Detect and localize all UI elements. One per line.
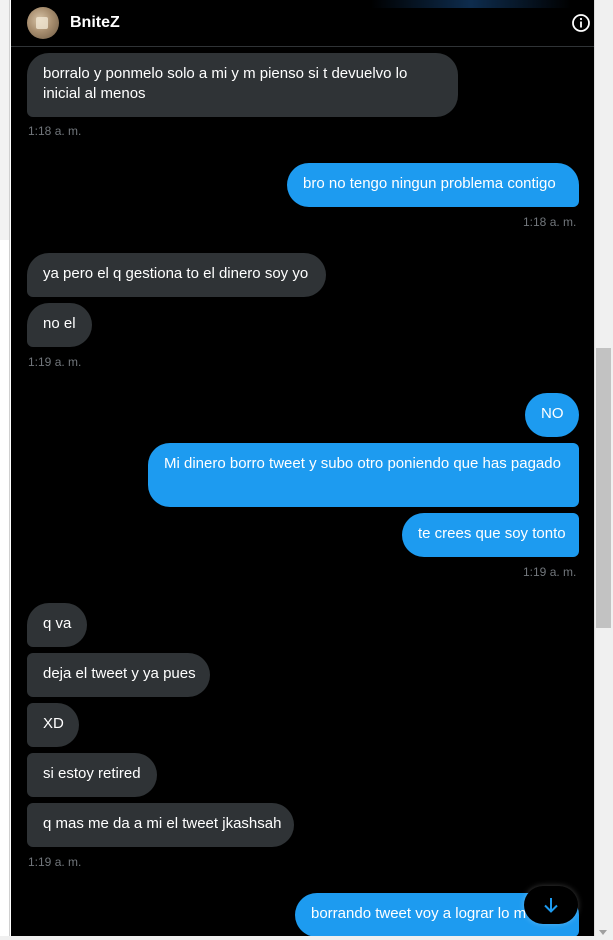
message-bubble-outgoing[interactable]: Mi dinero borro tweet y subo otro ponien…	[148, 443, 579, 507]
scrollbar-down-arrow-icon[interactable]	[599, 930, 607, 935]
scrollbar-track-edge	[594, 0, 595, 940]
message-text: Mi dinero borro tweet y subo otro ponien…	[164, 455, 561, 472]
message-bubble-outgoing[interactable]: bro no tengo ningun problema contigo	[287, 163, 579, 207]
message-bubble-incoming[interactable]: q mas me da a mi el tweet jkashsah	[27, 803, 294, 847]
arrow-down-icon	[544, 898, 558, 913]
left-edge-highlight	[0, 0, 9, 240]
message-text: borrando tweet voy a lograr lo m	[311, 905, 527, 922]
message-timestamp: 1:19 a. m.	[523, 565, 577, 579]
message-timestamp: 1:19 a. m.	[28, 855, 82, 869]
message-text: bro no tengo ningun problema contigo	[303, 175, 556, 192]
info-circle-icon[interactable]	[571, 13, 591, 33]
header-glow	[371, 0, 571, 8]
contact-name[interactable]: BniteZ	[70, 13, 120, 33]
message-timestamp: 1:19 a. m.	[28, 355, 82, 369]
bottom-window-edge	[0, 936, 613, 940]
message-bubble-incoming[interactable]: q va	[27, 603, 87, 647]
message-bubble-incoming[interactable]: si estoy retired	[27, 753, 157, 797]
message-text: XD	[43, 715, 64, 732]
left-edge-divider	[9, 0, 10, 940]
message-text: ya pero el q gestiona to el dinero soy y…	[43, 265, 309, 282]
message-bubble-incoming[interactable]: borralo y ponmelo solo a mi y m pienso s…	[27, 53, 458, 117]
message-text: q mas me da a mi el tweet jkashsah	[43, 815, 282, 832]
user-avatar[interactable]	[27, 7, 59, 39]
message-bubble-incoming[interactable]: no el	[27, 303, 92, 347]
scroll-to-bottom-button[interactable]	[524, 886, 578, 924]
message-text: NO	[541, 405, 564, 422]
message-bubble-incoming[interactable]: XD	[27, 703, 79, 747]
scrollbar-thumb[interactable]	[596, 348, 611, 628]
message-text: deja el tweet y ya pues	[43, 665, 196, 682]
message-text: te crees que soy tonto	[418, 525, 566, 542]
message-timestamp: 1:18 a. m.	[28, 124, 82, 138]
vertical-scrollbar[interactable]	[594, 0, 613, 940]
message-text: si estoy retired	[43, 765, 141, 782]
dm-conversation-window: BniteZ borralo y ponmelo solo a mi y m p…	[0, 0, 613, 940]
message-bubble-outgoing[interactable]: NO	[525, 393, 579, 437]
message-text: borralo y ponmelo solo a mi y m pienso s…	[43, 65, 408, 102]
left-window-edge	[0, 0, 11, 940]
message-text: q va	[43, 615, 72, 632]
conversation-header: BniteZ	[11, 0, 594, 47]
message-bubble-incoming[interactable]: ya pero el q gestiona to el dinero soy y…	[27, 253, 326, 297]
message-bubble-incoming[interactable]: deja el tweet y ya pues	[27, 653, 210, 697]
avatar-image-detail	[36, 17, 48, 29]
message-text: no el	[43, 315, 76, 332]
message-bubble-outgoing[interactable]: te crees que soy tonto	[402, 513, 579, 557]
message-timestamp: 1:18 a. m.	[523, 215, 577, 229]
